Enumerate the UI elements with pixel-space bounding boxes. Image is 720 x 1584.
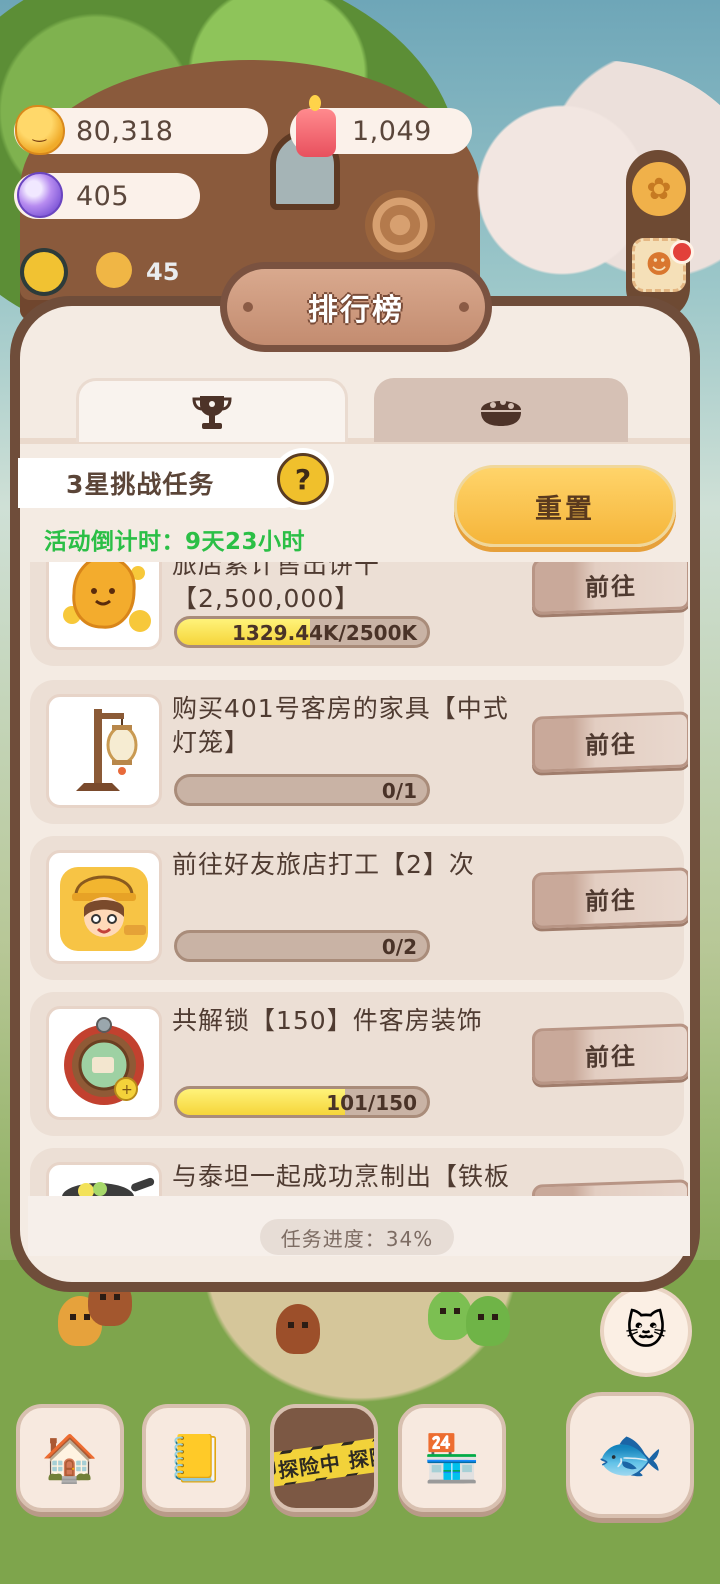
- task-list[interactable]: 旅店累计售出饼干【2,500,000】 1329.44K/2500K 前往 购买…: [28, 562, 688, 1196]
- task-progress-bar: 0/1: [174, 774, 430, 806]
- gem-value: 405: [76, 180, 130, 212]
- task-progress-bar: 1329.44K/2500K: [174, 616, 430, 648]
- cookie-bowl-icon: [481, 399, 521, 426]
- task-item: 旅店累计售出饼干【2,500,000】 1329.44K/2500K 前往: [30, 562, 688, 666]
- task-go-button[interactable]: 前往: [532, 562, 688, 615]
- adventure-tape: 探险中 探险: [274, 1434, 374, 1488]
- nav-cookie-character-button[interactable]: 🐟: [566, 1392, 694, 1518]
- mini-counter: 45: [146, 258, 180, 286]
- go-label: 前往: [585, 885, 637, 916]
- task-go-button[interactable]: 前往: [532, 1179, 688, 1196]
- tab-cookie[interactable]: [374, 378, 628, 442]
- nail-icon: [243, 302, 253, 312]
- nav-shop-button[interactable]: 🏪: [398, 1404, 506, 1512]
- question-icon: ?: [277, 453, 329, 505]
- panel-title: 排行榜: [308, 293, 404, 328]
- sun-icon[interactable]: [24, 252, 64, 292]
- task-go-button[interactable]: 前往: [532, 867, 688, 929]
- challenge-header: 3星挑战任务: [18, 458, 308, 508]
- panel-title-plaque: 排行榜: [220, 262, 492, 352]
- gem-counter[interactable]: 405: [14, 172, 200, 219]
- cat-avatar-button[interactable]: 🐱: [600, 1285, 692, 1377]
- candy-gem-icon: [10, 165, 70, 225]
- event-countdown: 活动倒计时：9天23小时: [44, 529, 306, 555]
- worker-character-icon: [46, 850, 162, 964]
- fish-cookie-icon: 🐟: [596, 1423, 664, 1486]
- log-end: [365, 190, 435, 260]
- cookie-coin-icon: [10, 100, 70, 160]
- overall-progress: 任务进度：34%: [260, 1219, 454, 1255]
- cookie-character: [428, 1290, 472, 1340]
- go-label: 前往: [585, 571, 637, 602]
- task-go-button[interactable]: 前往: [532, 1023, 688, 1085]
- task-description: 前往好友旅店打工【2】次: [172, 850, 475, 879]
- svg-text:+: +: [121, 1082, 133, 1098]
- flower-gear-icon[interactable]: ✿: [632, 162, 686, 216]
- task-progress-bar: 101/150: [174, 1086, 430, 1118]
- coin-counter[interactable]: 80,318: [14, 105, 268, 155]
- notebook-icon: 📒: [167, 1430, 225, 1485]
- task-item: + 共解锁【150】件客房装饰 101/150 前往: [30, 992, 688, 1136]
- task-progress-text: 1329.44K/2500K: [231, 621, 417, 645]
- shop-stall-icon: 🏪: [423, 1430, 481, 1485]
- nav-adventure-button[interactable]: 探险中 探险: [270, 1404, 378, 1512]
- candle-icon: [286, 95, 346, 160]
- task-progress-text: 101/150: [326, 1091, 417, 1115]
- task-item: 购买401号客房的家具【中式灯笼】 0/1 前往: [30, 680, 688, 824]
- tab-trophy[interactable]: [76, 378, 348, 442]
- cookie-coin-icon: [46, 562, 162, 650]
- task-progress-text: 0/1: [381, 779, 417, 803]
- task-description: 旅店累计售出饼干【2,500,000】: [172, 562, 381, 613]
- candle-value: 1,049: [352, 115, 432, 147]
- help-button[interactable]: ?: [272, 448, 334, 510]
- go-label: 前往: [585, 1041, 637, 1072]
- cookie-character: [276, 1304, 320, 1354]
- reset-button[interactable]: 重置: [454, 465, 676, 547]
- task-item: 与泰坦一起成功烹制出【铁板鱼汁牛排】 前往: [30, 1148, 688, 1196]
- task-item: 前往好友旅店打工【2】次 0/2 前往: [30, 836, 688, 980]
- trophy-icon: [192, 395, 232, 429]
- candle-counter[interactable]: 1,049: [290, 95, 472, 157]
- challenge-title: 3星挑战任务: [66, 470, 215, 499]
- task-description: 购买401号客房的家具【中式灯笼】: [172, 694, 509, 757]
- nav-notebook-button[interactable]: 📒: [142, 1404, 250, 1512]
- task-go-button[interactable]: 前往: [532, 711, 688, 773]
- coin-value: 80,318: [76, 115, 174, 147]
- reset-label: 重置: [535, 493, 595, 525]
- mushroom-house-icon: 🏠: [41, 1430, 99, 1485]
- cooking-pan-icon: [46, 1162, 162, 1196]
- go-label: 前往: [585, 729, 637, 760]
- nav-house-button[interactable]: 🏠: [16, 1404, 124, 1512]
- nail-icon: [459, 302, 469, 312]
- cookie-character: [466, 1296, 510, 1346]
- chinese-lantern-icon: [46, 694, 162, 808]
- task-description: 共解锁【150】件客房装饰: [172, 1006, 483, 1035]
- cookie-face-icon: [96, 252, 132, 288]
- notification-dot: [670, 240, 694, 264]
- task-description: 与泰坦一起成功烹制出【铁板鱼汁牛排】: [172, 1162, 511, 1191]
- decor-badge-icon: +: [46, 1006, 162, 1120]
- overall-progress-text: 任务进度：34%: [280, 1226, 434, 1251]
- task-progress-bar: 0/2: [174, 930, 430, 962]
- task-progress-text: 0/2: [381, 935, 417, 959]
- task-progress-fill: [177, 1089, 346, 1115]
